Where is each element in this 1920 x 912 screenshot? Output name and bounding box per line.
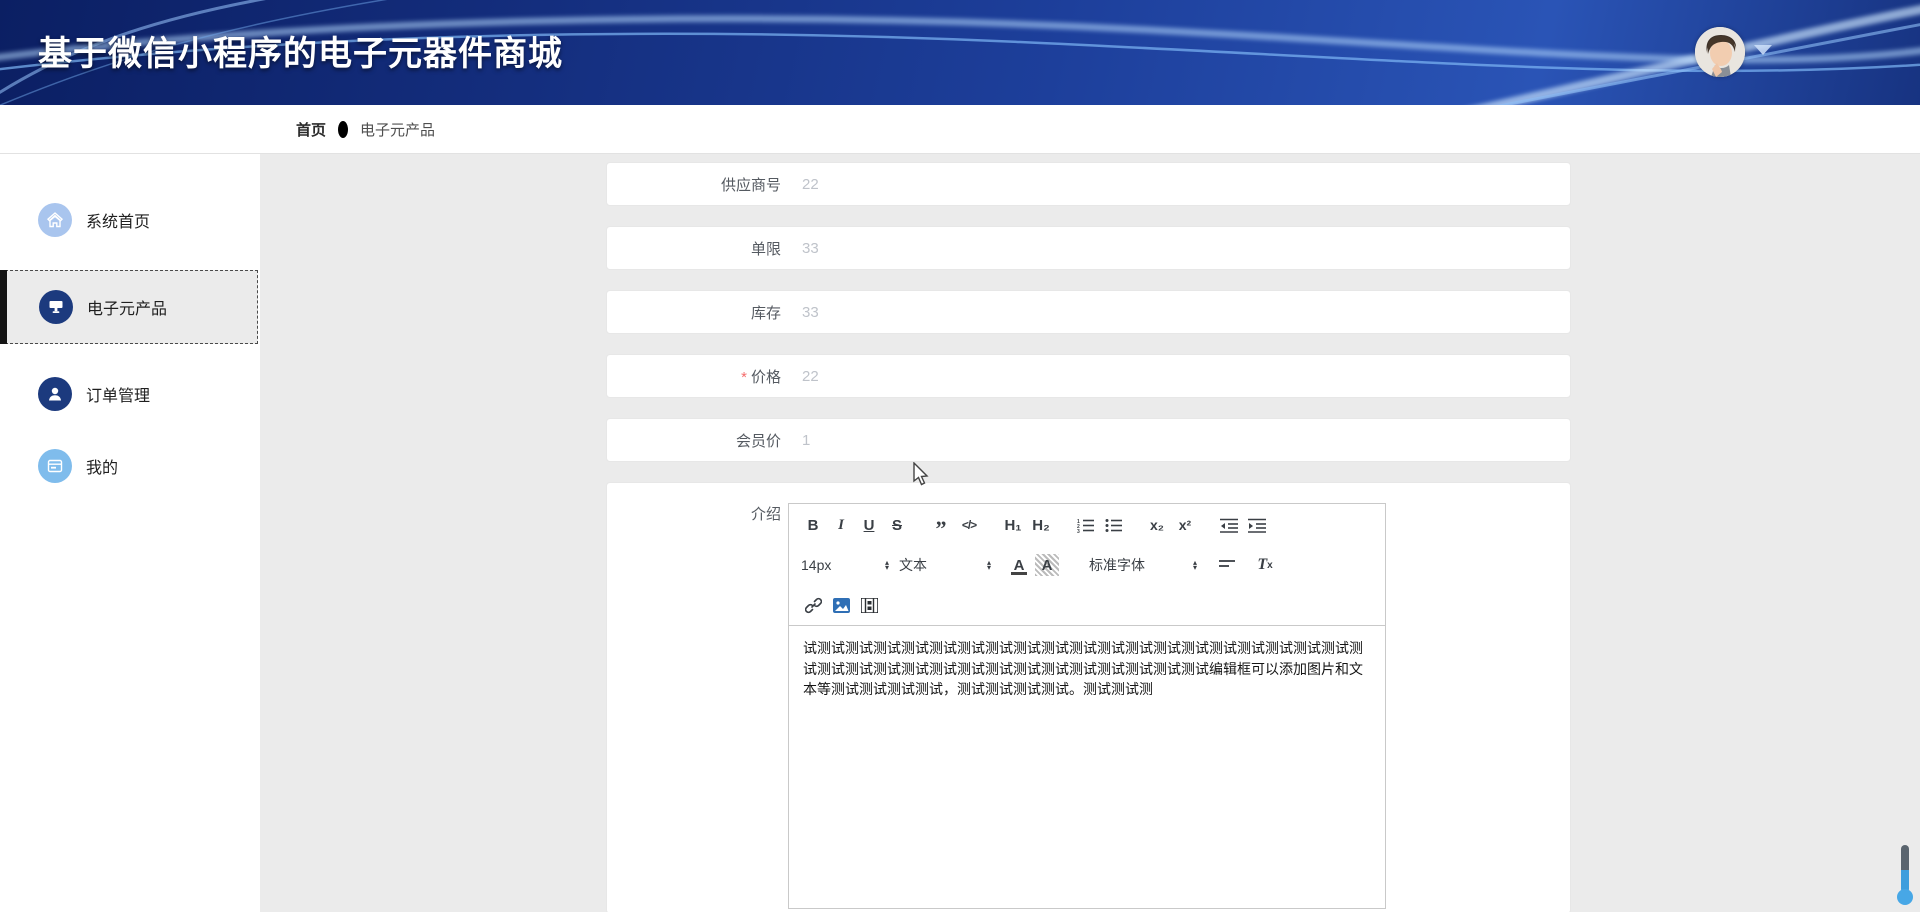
font-family-value: 标准字体 <box>1089 555 1145 575</box>
editor-content-area[interactable]: 试测试测试测试测试测试测试测试测试测试测试测试测试测试测试测试测试测试测试测试测… <box>789 626 1385 908</box>
price-input[interactable] <box>802 361 1556 391</box>
heading2-button[interactable]: H₂ <box>1029 514 1053 536</box>
insert-video-button[interactable] <box>857 594 881 616</box>
main-content: 供应商号 单限 库存 *价格 会员价 介绍 <box>260 154 1920 912</box>
form-row-price: *价格 <box>606 354 1571 398</box>
app-header: 基于微信小程序的电子元器件商城 <box>0 0 1920 105</box>
home-icon <box>38 203 72 237</box>
field-label: 库存 <box>607 302 781 323</box>
required-asterisk: * <box>741 369 747 386</box>
subscript-button[interactable]: x₂ <box>1145 514 1169 536</box>
sidebar: 系统首页 电子元产品 订单管理 我的 <box>0 154 260 912</box>
text-style-picker[interactable]: 文本 ▴▾ <box>899 555 991 575</box>
field-label-text: 价格 <box>751 369 781 386</box>
blockquote-button[interactable]: ” <box>929 514 953 536</box>
ordered-list-button[interactable]: 123 <box>1073 514 1097 536</box>
sidebar-item-electronic-products[interactable]: 电子元产品 <box>0 270 258 344</box>
editor-toolbar: B I U S ” </> H₁ H₂ <box>789 504 1385 626</box>
insert-image-button[interactable] <box>829 594 853 616</box>
clear-format-button[interactable]: Tx <box>1253 554 1277 576</box>
page-title: 基于微信小程序的电子元器件商城 <box>38 26 563 75</box>
rich-text-editor: B I U S ” </> H₁ H₂ <box>788 503 1386 909</box>
breadcrumb-separator-icon <box>338 121 348 138</box>
member-price-input[interactable] <box>802 425 1556 455</box>
picker-arrows-icon: ▴▾ <box>885 560 889 570</box>
field-label: 会员价 <box>607 430 781 451</box>
scrollbar-thumb-ball[interactable] <box>1897 889 1913 905</box>
breadcrumb-home[interactable]: 首页 <box>296 119 326 140</box>
form-row-unit-limit: 单限 <box>606 226 1571 270</box>
clear-format-t: T <box>1257 556 1267 574</box>
sidebar-item-label: 系统首页 <box>86 208 150 232</box>
font-size-value: 14px <box>801 557 831 573</box>
stock-input[interactable] <box>802 297 1556 327</box>
underline-button[interactable]: U <box>857 514 881 536</box>
unit-limit-input[interactable] <box>802 233 1556 263</box>
picker-arrows-icon: ▴▾ <box>1193 560 1197 570</box>
picker-arrows-icon: ▴▾ <box>987 560 991 570</box>
italic-button[interactable]: I <box>829 514 853 536</box>
highlight-color-button[interactable]: A <box>1035 554 1059 576</box>
field-label: 供应商号 <box>607 174 781 195</box>
align-button[interactable] <box>1215 554 1239 576</box>
sidebar-item-mine[interactable]: 我的 <box>0 434 260 498</box>
breadcrumb: 首页 电子元产品 <box>0 105 1920 154</box>
shop-icon <box>39 290 73 324</box>
form-row-supplier-no: 供应商号 <box>606 162 1571 206</box>
breadcrumb-current: 电子元产品 <box>360 119 435 140</box>
clear-format-x: x <box>1267 560 1273 571</box>
field-label: 介绍 <box>607 503 781 524</box>
supplier-no-input[interactable] <box>802 169 1556 199</box>
font-size-picker[interactable]: 14px ▴▾ <box>801 557 889 573</box>
avatar-photo-icon <box>1695 27 1745 77</box>
editor-paragraph: 试测试测试测试测试测试测试测试测试测试测试测试测试测试测试测试测试测试测试测试测… <box>803 638 1371 700</box>
field-label: 单限 <box>607 238 781 259</box>
strikethrough-button[interactable]: S <box>885 514 909 536</box>
bold-button[interactable]: B <box>801 514 825 536</box>
scrollbar-indicator[interactable] <box>1897 845 1913 905</box>
bullet-list-button[interactable] <box>1101 514 1125 536</box>
outdent-button[interactable] <box>1217 514 1241 536</box>
superscript-button[interactable]: x² <box>1173 514 1197 536</box>
form-row-intro: 介绍 B I U S ” </> H₁ H₂ <box>606 482 1571 912</box>
sidebar-item-order-management[interactable]: 订单管理 <box>0 362 260 426</box>
form-row-member-price: 会员价 <box>606 418 1571 462</box>
card-icon <box>38 449 72 483</box>
font-family-picker[interactable]: 标准字体 ▴▾ <box>1089 555 1197 575</box>
form-row-stock: 库存 <box>606 290 1571 334</box>
svg-text:3: 3 <box>1077 529 1080 533</box>
sidebar-item-label: 我的 <box>86 454 118 478</box>
heading1-button[interactable]: H₁ <box>1001 514 1025 536</box>
field-label: *价格 <box>607 366 781 387</box>
link-button[interactable] <box>801 594 825 616</box>
user-avatar[interactable] <box>1695 27 1745 77</box>
code-block-button[interactable]: </> <box>957 514 981 536</box>
scrollbar-track <box>1901 845 1909 893</box>
sidebar-item-label: 电子元产品 <box>87 295 167 319</box>
sidebar-item-system-home[interactable]: 系统首页 <box>0 188 260 252</box>
text-color-button[interactable]: A <box>1007 554 1031 576</box>
sidebar-item-label: 订单管理 <box>86 382 150 406</box>
user-icon <box>38 377 72 411</box>
text-style-value: 文本 <box>899 555 927 575</box>
indent-button[interactable] <box>1245 514 1269 536</box>
avatar-dropdown-caret-icon[interactable] <box>1754 45 1772 55</box>
